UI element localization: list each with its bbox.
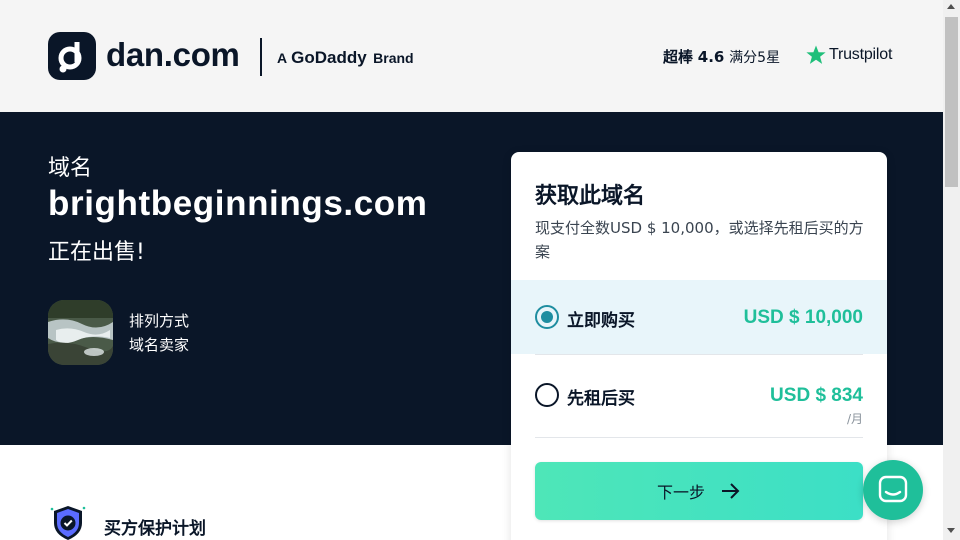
option-buy-now[interactable]: 立即购买 USD $ 10,000 [511,280,887,354]
logo-divider [260,38,262,76]
lease-unit: /月 [846,412,863,426]
lease-radio[interactable] [535,383,559,407]
purchase-card: 获取此域名 现支付全数USD $ 10,000，或选择先租后买的方案 立即购买 … [511,152,887,540]
rating-score: 4.6 [697,48,725,66]
rating-suffix: 满分5星 [729,50,781,66]
lease-price: USD $ 834 [770,385,863,406]
buy-now-label: 立即购买 [567,311,635,331]
brand-prefix: A [277,50,288,66]
seller-sort-label: 排列方式 [129,312,190,330]
dan-logo-icon[interactable] [48,32,96,80]
seller-role-label: 域名卖家 [129,336,190,354]
chat-icon [878,475,908,503]
trustpilot-link[interactable]: Trustpilot [806,45,892,65]
seller-avatar [48,300,113,365]
card-title: 获取此域名 [535,184,646,209]
page-scrollbar[interactable] [943,0,960,540]
scroll-up-icon[interactable] [947,4,955,9]
rating-label: 超棒 [663,48,694,66]
scroll-thumb[interactable] [945,17,958,187]
buy-now-radio[interactable] [535,305,559,329]
domain-name: brightbeginnings.com [48,184,428,223]
logo-wordmark[interactable]: dan.com [106,36,240,74]
scroll-down-icon[interactable] [947,528,955,533]
buy-now-price: USD $ 10,000 [743,307,863,328]
godaddy-brand-tag: A GoDaddy Brand [277,48,414,68]
option-lease-to-own[interactable]: 先租后买 USD $ 834 /月 [511,355,887,437]
option-divider [535,437,863,438]
brand-name: GoDaddy [291,48,367,67]
site-header: dan.com A GoDaddy Brand 超棒 4.6 满分5星 Trust… [0,0,943,112]
shield-check-icon [48,503,88,540]
buyer-protection-label[interactable]: 买方保护计划 [104,514,206,539]
trustpilot-label: Trustpilot [829,46,893,63]
arrow-right-icon [722,483,740,499]
domain-eyebrow: 域名 [48,156,93,181]
chat-button[interactable] [863,460,923,520]
next-step-button[interactable]: 下一步 [535,462,863,520]
rating-summary: 超棒 4.6 满分5星 [663,46,780,67]
sale-status: 正在出售! [48,240,145,265]
brand-suffix: Brand [373,50,414,66]
card-description: 现支付全数USD $ 10,000，或选择先租后买的方案 [535,219,864,261]
next-step-label: 下一步 [656,483,705,502]
lease-label: 先租后买 [567,389,635,409]
trustpilot-star-icon [806,45,826,64]
